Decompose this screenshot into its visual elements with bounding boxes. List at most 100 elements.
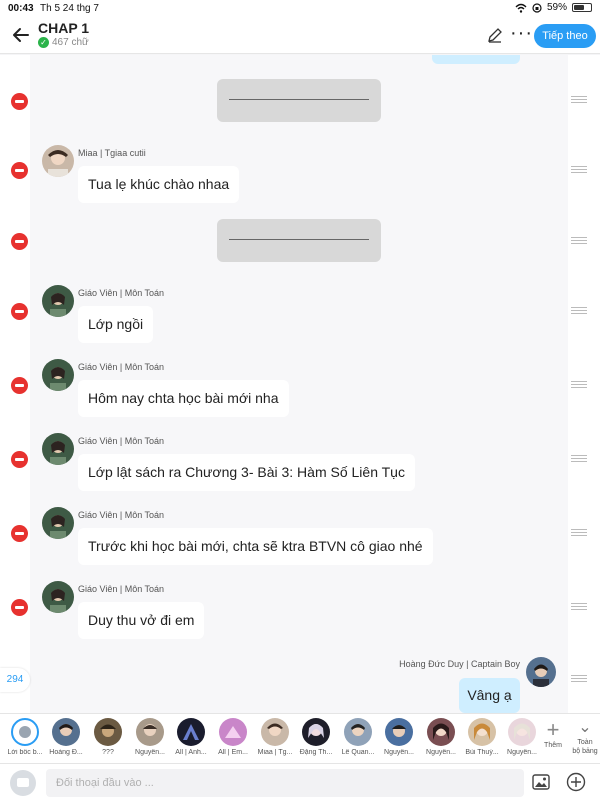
dialogue-input[interactable] — [46, 769, 524, 797]
avatar — [427, 718, 455, 746]
message-count-badge[interactable]: 294 — [0, 668, 30, 692]
more-options-icon[interactable]: ··· — [510, 22, 533, 45]
character-name: Đặng Th... — [299, 749, 333, 756]
delete-message-button[interactable] — [11, 377, 28, 394]
character-item[interactable]: Nguyễn... — [131, 718, 169, 756]
avatar — [136, 718, 164, 746]
all-label-line1: Toàn — [577, 739, 593, 746]
character-item[interactable]: Nguyễn... — [503, 718, 541, 756]
avatar — [508, 718, 536, 746]
drag-handle-icon[interactable] — [571, 675, 587, 682]
character-name: Lời bốc b... — [7, 749, 43, 756]
reply-sender: Hoàng Đức Duy | Captain Boy — [399, 659, 520, 669]
drag-handle-icon[interactable] — [571, 166, 587, 173]
avatar — [302, 718, 330, 746]
narrator-icon — [11, 718, 39, 746]
delete-message-button[interactable] — [11, 599, 28, 616]
message-bubble[interactable]: Trước khi học bài mới, chta sẽ ktra BTVN… — [78, 528, 433, 565]
avatar[interactable] — [42, 285, 74, 317]
character-name: Nguyễn... — [384, 749, 414, 756]
character-name: Hoàng Đ... — [49, 749, 83, 756]
character-item[interactable]: All | Anh... — [172, 718, 210, 756]
character-item[interactable]: Bùi Thuý... — [463, 718, 501, 756]
message-sender: Giáo Viên | Môn Toán — [78, 584, 165, 594]
image-icon[interactable] — [532, 774, 550, 790]
check-icon: ✓ — [38, 37, 49, 48]
back-arrow-icon[interactable] — [10, 24, 32, 46]
avatar — [94, 718, 122, 746]
status-right: 59% — [515, 2, 592, 13]
status-date: Th 5 24 thg 7 — [40, 3, 99, 14]
character-name: Bùi Thuý... — [465, 749, 499, 756]
message-bubble[interactable]: Duy thu vở đi em — [78, 602, 205, 639]
add-label: Thêm — [544, 742, 562, 749]
delete-message-button[interactable] — [11, 303, 28, 320]
drag-handle-icon[interactable] — [571, 603, 587, 610]
drag-handle-icon[interactable] — [571, 529, 587, 536]
avatar[interactable] — [42, 145, 74, 177]
avatar — [385, 718, 413, 746]
chevron-down-icon: ⌄ — [578, 719, 592, 736]
delete-message-button[interactable] — [11, 93, 28, 110]
status-bar: 00:43 Th 5 24 thg 7 59% — [0, 0, 600, 16]
story-header: CHAP 1 ✓ 467 chữ ··· Tiếp theo — [0, 16, 600, 54]
dialogue-type-icon[interactable] — [10, 770, 36, 796]
scene-divider-card[interactable] — [217, 219, 381, 262]
input-bar — [0, 763, 600, 800]
character-narrator[interactable]: Lời bốc b... — [6, 718, 44, 756]
battery-icon — [572, 3, 592, 12]
drag-handle-icon[interactable] — [571, 381, 587, 388]
word-count: 467 chữ — [52, 37, 89, 48]
avatar — [344, 718, 372, 746]
character-item[interactable]: Đặng Th... — [297, 718, 335, 756]
avatar[interactable] — [42, 433, 74, 465]
avatar[interactable] — [526, 657, 556, 687]
add-character-button[interactable]: + Thêm — [539, 718, 567, 750]
message-bubble[interactable]: Hôm nay chta học bài mới nha — [78, 380, 289, 417]
avatar — [468, 718, 496, 746]
character-name: Miaa | Tg... — [257, 749, 293, 756]
avatar[interactable] — [42, 581, 74, 613]
avatar — [219, 718, 247, 746]
delete-message-button[interactable] — [11, 451, 28, 468]
message-sender: Giáo Viên | Môn Toán — [78, 288, 165, 298]
character-name: Nguyễn... — [426, 749, 456, 756]
character-item[interactable]: Nguyễn... — [380, 718, 418, 756]
reply-bubble[interactable]: Vâng ạ — [459, 678, 520, 713]
delete-message-button[interactable] — [11, 233, 28, 250]
character-name: All | Em... — [218, 749, 248, 756]
message-bubble[interactable]: Lớp lật sách ra Chương 3- Bài 3: Hàm Số … — [78, 454, 415, 491]
drag-handle-icon[interactable] — [571, 455, 587, 462]
add-circle-icon[interactable] — [566, 772, 586, 792]
message-sender: Giáo Viên | Môn Toán — [78, 362, 165, 372]
next-button[interactable]: Tiếp theo — [534, 24, 596, 48]
previous-message-bubble[interactable] — [432, 55, 520, 64]
drag-handle-icon[interactable] — [571, 237, 587, 244]
character-item[interactable]: Nguyễn... — [422, 718, 460, 756]
wifi-icon — [515, 3, 527, 13]
drag-handle-icon[interactable] — [571, 96, 587, 103]
character-name: Nguyễn... — [135, 749, 165, 756]
scene-divider-card[interactable] — [217, 79, 381, 122]
avatar — [261, 718, 289, 746]
character-item[interactable]: ??? — [89, 718, 127, 756]
character-item[interactable]: Lê Quan... — [339, 718, 377, 756]
chapter-title: CHAP 1 — [38, 20, 90, 36]
avatar[interactable] — [42, 359, 74, 391]
message-sender: Giáo Viên | Môn Toán — [78, 510, 165, 520]
character-item[interactable]: Miaa | Tg... — [256, 718, 294, 756]
drag-handle-icon[interactable] — [571, 307, 587, 314]
avatar[interactable] — [42, 507, 74, 539]
delete-message-button[interactable] — [11, 525, 28, 542]
show-all-characters-button[interactable]: ⌄ Toàn bộ bảng — [570, 718, 600, 756]
word-count-line: ✓ 467 chữ — [38, 37, 89, 48]
delete-message-button[interactable] — [11, 162, 28, 179]
character-name: All | Anh... — [175, 749, 207, 756]
message-sender: Miaa | Tgiaa cutii — [78, 148, 146, 158]
message-bubble[interactable]: Tua lẹ khúc chào nhaa — [78, 166, 240, 203]
character-item[interactable]: All | Em... — [214, 718, 252, 756]
character-strip: Lời bốc b... Hoàng Đ... ??? Nguyễn... Al… — [0, 713, 600, 763]
message-bubble[interactable]: Lớp ngồi — [78, 306, 154, 343]
edit-pencil-icon[interactable] — [486, 26, 504, 44]
character-item[interactable]: Hoàng Đ... — [47, 718, 85, 756]
